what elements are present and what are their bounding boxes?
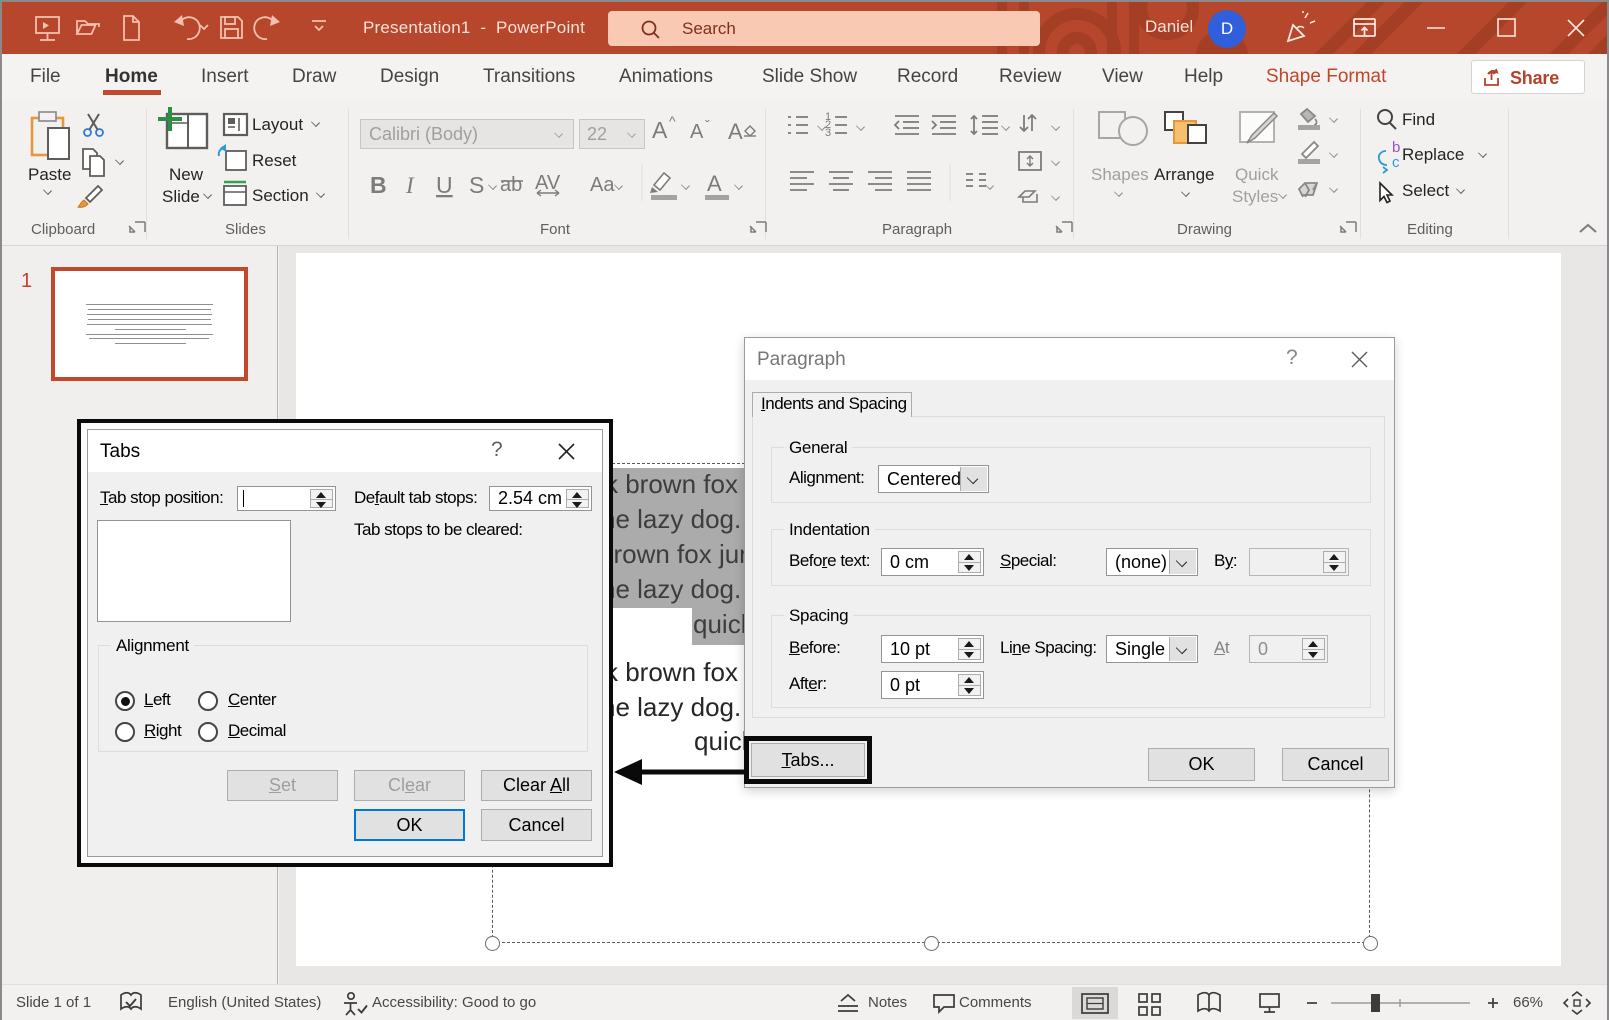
svg-text:S: S: [469, 172, 484, 198]
svg-text:I: I: [405, 173, 415, 198]
svg-text:3: 3: [825, 127, 831, 139]
svg-text:Aa: Aa: [590, 174, 615, 196]
svg-text:B: B: [370, 172, 387, 198]
svg-text:c: c: [1392, 154, 1400, 171]
svg-text:U: U: [436, 172, 453, 198]
svg-text:A: A: [707, 171, 722, 196]
svg-text:ab: ab: [500, 174, 522, 196]
